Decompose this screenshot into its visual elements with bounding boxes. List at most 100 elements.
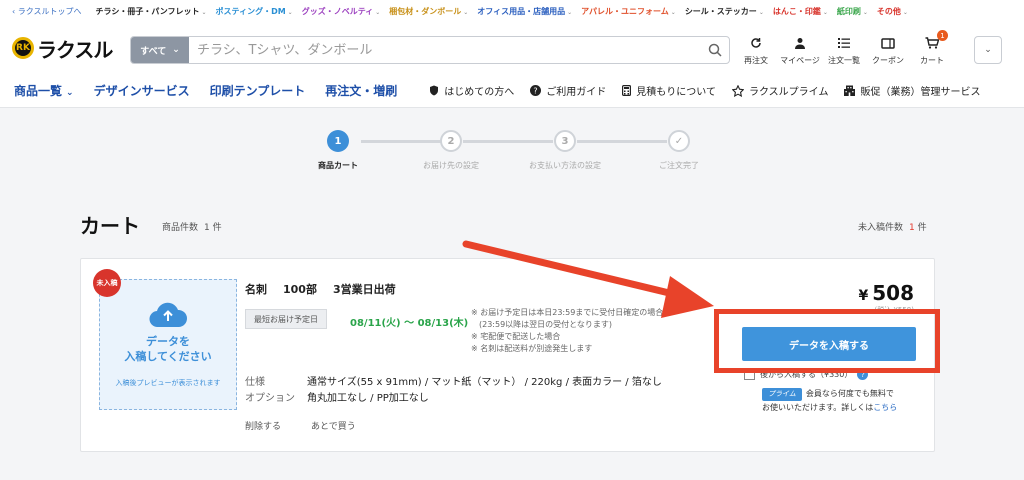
- nav-promo-management[interactable]: 販促（業務）管理サービス: [844, 83, 980, 98]
- check-icon: ✓: [668, 130, 690, 152]
- prime-text: 会員なら何度でも無料で: [805, 389, 894, 398]
- category-link-label: はんこ・印鑑: [772, 6, 821, 16]
- search-category-select[interactable]: すべて ⌄: [131, 37, 189, 63]
- logo-text: ラクスル: [37, 37, 113, 62]
- reorder-button[interactable]: 再注文: [734, 34, 778, 66]
- cart-label: カート: [920, 56, 944, 65]
- step-cart: 1 商品カート: [288, 130, 388, 171]
- star-icon: [731, 84, 744, 97]
- logo[interactable]: RK ラクスル: [12, 34, 113, 62]
- unsubmitted-count: 未入稿件数 1 件: [858, 220, 927, 233]
- category-link[interactable]: グッズ・ノベルティ ⌄: [302, 6, 381, 17]
- spec-label: 仕様: [245, 377, 265, 388]
- step-payment: 3 お支払い方法の設定: [515, 130, 615, 171]
- search-input[interactable]: [189, 37, 701, 63]
- step-label: お届け先の設定: [423, 161, 479, 170]
- note-line: ※ お届け予定日は本日23:59までに受付日確定の場合: [471, 308, 664, 317]
- price-value: 508: [872, 281, 914, 305]
- search-icon[interactable]: [701, 37, 729, 63]
- category-link-label: アパレル・ユニフォーム: [581, 6, 669, 16]
- nav-reorder[interactable]: 再注文・増刷: [325, 82, 397, 99]
- nav-guide-label: ご利用ガイド: [546, 87, 607, 98]
- main-nav: 商品一覧 ⌄ デザインサービス 印刷テンプレート 再注文・増刷 はじめての方へ ?…: [0, 74, 1024, 108]
- nav-estimate[interactable]: 見積もりについて: [622, 83, 716, 98]
- nav-design-service[interactable]: デザインサービス: [94, 82, 190, 99]
- unsubmitted-label: 未入稿件数: [858, 223, 904, 233]
- category-link[interactable]: はんこ・印鑑 ⌄: [773, 6, 828, 17]
- shield-icon: [429, 85, 439, 96]
- refresh-icon: [750, 34, 762, 52]
- unsubmitted-suffix: 件: [917, 223, 927, 233]
- nav-promo-management-label: 販促（業務）管理サービス: [860, 87, 981, 98]
- logo-mark: RK: [12, 37, 34, 59]
- category-link[interactable]: チラシ・冊子・パンフレット ⌄: [96, 6, 207, 17]
- product-shipping: 3営業日出荷: [332, 283, 396, 296]
- chevron-down-icon: ⌄: [567, 8, 573, 16]
- annotation-highlight-box: [714, 309, 940, 373]
- prime-link[interactable]: こちら: [873, 403, 897, 412]
- product-quantity: 100部: [283, 283, 317, 296]
- chevron-down-icon: ⌄: [984, 45, 992, 55]
- spec-value: 通常サイズ(55 x 91mm) / マット紙（マット） / 220kg / 表…: [307, 377, 662, 388]
- nav-beginners[interactable]: はじめての方へ: [429, 83, 514, 98]
- chevron-down-icon: ⌄: [375, 8, 381, 16]
- category-links: チラシ・冊子・パンフレット ⌄ ポスティング・DM ⌄ グッズ・ノベルティ ⌄ 梱包材・ダン…: [96, 6, 917, 17]
- header: RK ラクスル すべて ⌄ 再注文 マイページ 注文一覧 クーポン: [0, 22, 1024, 74]
- upload-dropzone[interactable]: データを 入稿してください 入稿後プレビューが表示されます: [99, 279, 237, 410]
- product-name: 名刺: [245, 283, 267, 296]
- category-link-label: 梱包材・ダンボール: [389, 6, 462, 16]
- category-link-label: ポスティング・DM: [215, 6, 286, 16]
- step-number: 1: [327, 130, 349, 152]
- building-icon: [844, 85, 856, 96]
- option-value: 角丸加工なし / PP加工なし: [307, 393, 429, 404]
- search-bar: すべて ⌄: [130, 36, 730, 64]
- item-count-label: 商品件数: [162, 223, 199, 233]
- mypage-button[interactable]: マイページ: [778, 34, 822, 66]
- note-line: (23:59以降は翌日の受付となります): [471, 320, 613, 329]
- nav-guide[interactable]: ? ご利用ガイド: [530, 83, 606, 98]
- category-link[interactable]: アパレル・ユニフォーム ⌄: [581, 6, 676, 17]
- unsubmitted-badge: 未入稿: [93, 269, 121, 297]
- nav-products[interactable]: 商品一覧 ⌄: [14, 82, 74, 99]
- step-number: 3: [554, 130, 576, 152]
- category-link[interactable]: その他 ⌄: [877, 6, 908, 17]
- prime-note: プライム 会員なら何度でも無料で お使いいただけます。詳しくはこちら: [762, 387, 897, 414]
- category-link[interactable]: シール・ステッカー ⌄: [685, 6, 764, 17]
- coupon-icon: [881, 34, 895, 52]
- list-icon: [838, 34, 850, 52]
- category-link-label: その他: [876, 6, 901, 16]
- category-link[interactable]: ポスティング・DM ⌄: [216, 6, 293, 17]
- category-link[interactable]: 紙印刷 ⌄: [837, 6, 868, 17]
- search-category-label: すべて: [140, 46, 167, 57]
- delete-button[interactable]: 削除する: [245, 419, 281, 432]
- back-to-top-link[interactable]: ‹ ラクスルトップへ: [12, 6, 82, 17]
- option-label: オプション: [245, 393, 295, 404]
- order-list-label: 注文一覧: [828, 56, 860, 65]
- step-label: お支払い方法の設定: [529, 161, 601, 170]
- calculator-icon: [622, 85, 632, 96]
- currency-symbol: ¥: [858, 288, 869, 304]
- unsubmitted-value: 1: [909, 223, 915, 233]
- nav-prime[interactable]: ラクスルプライム: [731, 83, 828, 98]
- cart-badge: 1: [937, 30, 948, 41]
- header-dropdown-button[interactable]: ⌄: [974, 36, 1002, 64]
- note-line: ※ 名刺は配送料が別途発生します: [471, 344, 593, 353]
- top-link-bar: ‹ ラクスルトップへ チラシ・冊子・パンフレット ⌄ ポスティング・DM ⌄ グッズ・ノ…: [0, 0, 1024, 22]
- category-link[interactable]: 梱包材・ダンボール ⌄: [389, 6, 468, 17]
- help-icon: ?: [530, 85, 542, 96]
- reorder-label: 再注文: [744, 56, 768, 65]
- svg-text:?: ?: [534, 87, 538, 96]
- nav-print-templates[interactable]: 印刷テンプレート: [210, 82, 306, 99]
- coupon-button[interactable]: クーポン: [866, 34, 910, 66]
- prime-text: お使いいただけます。詳しくは: [762, 403, 874, 412]
- product-title: 名刺 100部 3営業日出荷: [245, 281, 396, 297]
- step-complete: ✓ ご注文完了: [629, 130, 729, 171]
- cart-button[interactable]: 1 カート: [910, 30, 954, 66]
- nav-products-label: 商品一覧: [14, 84, 63, 98]
- prime-badge: プライム: [762, 388, 802, 401]
- item-actions: 削除する あとで買う: [245, 419, 356, 432]
- category-link-label: グッズ・ノベルティ: [301, 6, 374, 16]
- category-link[interactable]: オフィス用品・店舗用品 ⌄: [477, 6, 572, 17]
- save-for-later-button[interactable]: あとで買う: [311, 419, 356, 432]
- order-list-button[interactable]: 注文一覧: [822, 34, 866, 66]
